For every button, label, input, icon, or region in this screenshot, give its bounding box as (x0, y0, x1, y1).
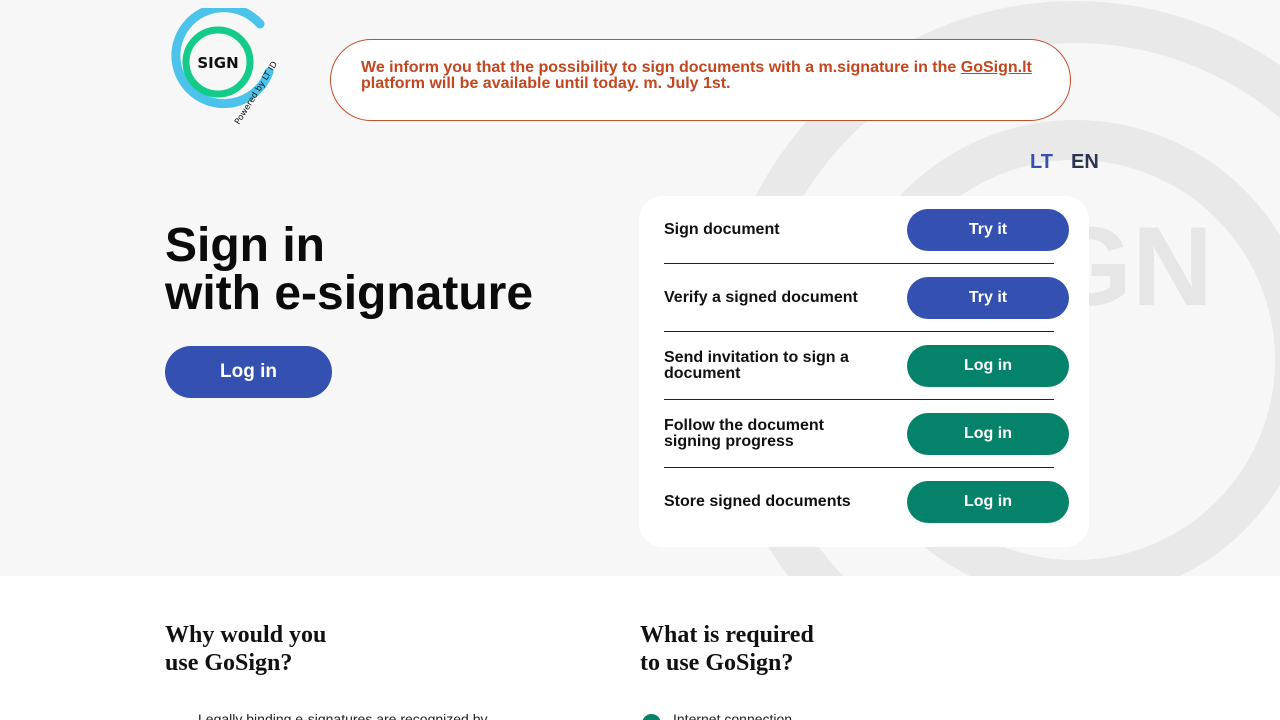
why-heading-line-1: Why would you (165, 622, 327, 648)
why-list-item: Legally binding e-signatures are recogni… (198, 711, 488, 720)
hero-section: GN SIGN Powered by LT ID We inform you t… (0, 0, 1280, 576)
notice-link[interactable]: GoSign.lt (961, 59, 1032, 76)
action-row-store: Store signed documents Log in (664, 468, 1069, 536)
requirements-list-item: Internet connection (673, 711, 793, 720)
action-label: Send invitation to sign a document (664, 349, 849, 382)
gosign-logo[interactable]: SIGN Powered by LT ID (165, 3, 290, 130)
action-label: Store signed documents (664, 493, 851, 510)
title-line-2: with e-signature (165, 267, 534, 320)
action-row-follow: Follow the document signing progress Log… (664, 400, 1069, 468)
language-en[interactable]: EN (1071, 151, 1099, 174)
action-label: Follow the document signing progress (664, 417, 824, 450)
actions-card: Sign document Try it Verify a signed doc… (639, 196, 1089, 547)
language-lt[interactable]: LT (1030, 151, 1053, 174)
sign-document-try-button[interactable]: Try it (907, 209, 1069, 251)
check-icon (642, 714, 661, 720)
title-line-1: Sign in (165, 219, 325, 272)
action-label: Sign document (664, 221, 780, 238)
notice-banner: We inform you that the possibility to si… (330, 39, 1071, 121)
action-label: Verify a signed document (664, 289, 858, 306)
requirements-heading-line-2: to use GoSign? (640, 650, 794, 676)
requirements-heading: What is required to use GoSign? (640, 621, 814, 677)
send-invitation-login-button[interactable]: Log in (907, 345, 1069, 387)
action-row-sign: Sign document Try it (664, 196, 1069, 264)
why-heading-line-2: use GoSign? (165, 650, 293, 676)
notice-text-after: platform will be available until today. … (361, 75, 731, 92)
action-row-verify: Verify a signed document Try it (664, 264, 1069, 332)
logo-mark: SIGN Powered by LT ID (171, 3, 280, 127)
logo-text: SIGN (197, 54, 238, 72)
follow-progress-login-button[interactable]: Log in (907, 413, 1069, 455)
store-documents-login-button[interactable]: Log in (907, 481, 1069, 523)
login-button[interactable]: Log in (165, 346, 332, 398)
requirements-heading-line-1: What is required (640, 622, 814, 648)
logo-tagline: Powered by LT ID (233, 59, 280, 126)
action-row-invite: Send invitation to sign a document Log i… (664, 332, 1069, 400)
verify-document-try-button[interactable]: Try it (907, 277, 1069, 319)
notice-text-before: We inform you that the possibility to si… (361, 59, 961, 76)
why-gosign-heading: Why would you use GoSign? (165, 621, 326, 677)
page-title: Sign in with e-signature (165, 222, 533, 318)
